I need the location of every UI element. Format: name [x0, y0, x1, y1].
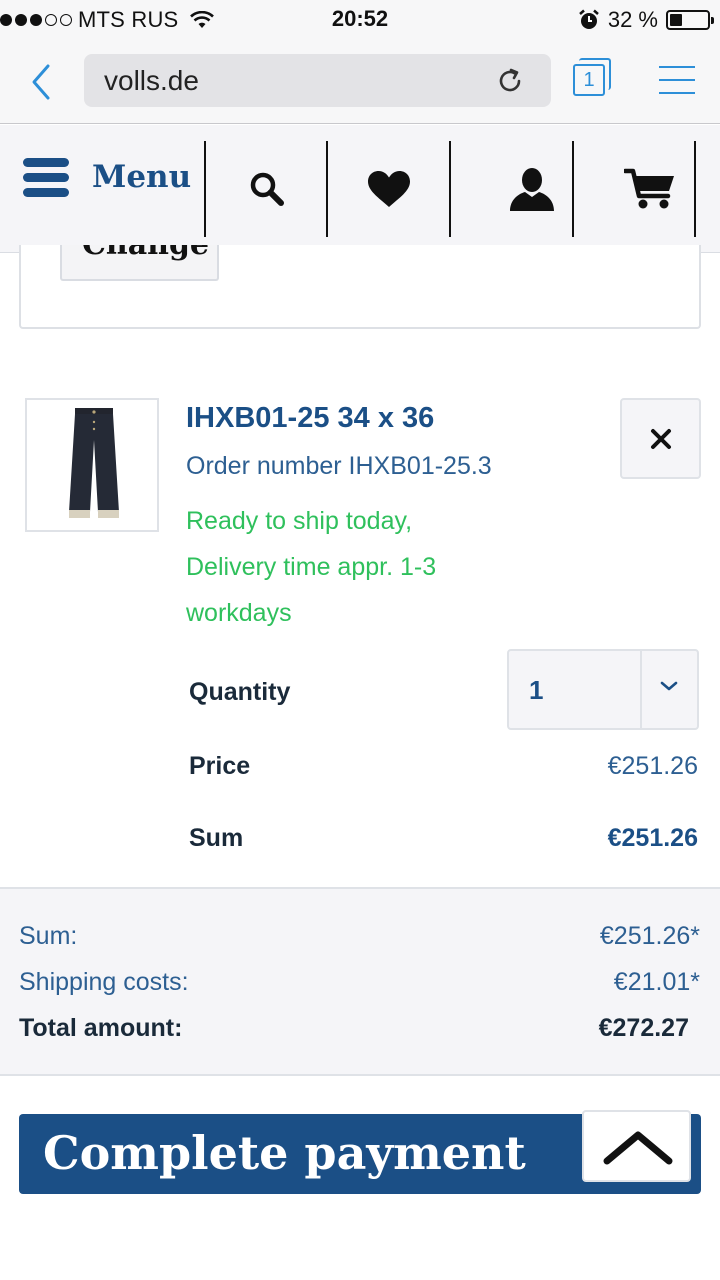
chevron-down-icon	[660, 681, 678, 691]
order-totals: Sum: €251.26* Shipping costs: €21.01* To…	[0, 887, 720, 1076]
close-icon	[651, 429, 671, 449]
product-image[interactable]	[25, 398, 159, 532]
delivery-line: Ready to ship today,	[186, 507, 413, 535]
delivery-line: Delivery time appr. 1-3	[186, 553, 437, 581]
wifi-icon	[190, 11, 215, 28]
select-divider	[640, 651, 642, 728]
status-left: MTS RUS	[0, 6, 215, 34]
battery-icon	[666, 10, 714, 30]
browser-menu-button[interactable]	[659, 66, 695, 94]
price-label: Price	[189, 752, 251, 780]
status-bar: MTS RUS 20:52 32 %	[0, 0, 720, 40]
quantity-select[interactable]: 1	[507, 649, 699, 730]
cart-icon	[623, 168, 674, 209]
battery-level	[670, 14, 682, 26]
product-name[interactable]: IHXB01-25 34 x 36	[186, 402, 434, 435]
price-value: €251.26	[607, 752, 698, 780]
complete-payment-label: Complete payment	[43, 1126, 526, 1180]
totals-sum-label: Sum:	[19, 922, 78, 950]
menu-label: Menu	[92, 159, 192, 195]
site-menu-button[interactable]: Menu	[0, 125, 205, 237]
cart-button[interactable]	[574, 139, 695, 239]
signal-strength-icon	[0, 14, 72, 26]
jeans-image	[69, 408, 119, 518]
back-icon	[32, 64, 50, 100]
scroll-to-top-button[interactable]	[582, 1110, 691, 1182]
total-amount-value: €272.27	[598, 1014, 689, 1042]
shipping-value: €21.01*	[613, 968, 700, 996]
site-header: Menu	[0, 125, 720, 253]
change-label: Change	[82, 245, 209, 262]
user-icon	[509, 168, 554, 211]
remove-item-button[interactable]	[620, 398, 701, 479]
delivery-status: Ready to ship today, Delivery time appr.…	[186, 498, 516, 636]
search-icon	[250, 172, 284, 206]
tabs-button[interactable]: 1	[573, 58, 613, 101]
search-button[interactable]	[206, 139, 327, 239]
battery-percent: 32 %	[607, 7, 658, 32]
quantity-label: Quantity	[189, 678, 291, 706]
alarm-icon	[579, 9, 599, 29]
heart-icon	[367, 171, 410, 207]
address-bar[interactable]: volls.de	[84, 54, 551, 107]
browser-toolbar: volls.de 1	[0, 40, 720, 124]
order-number: Order number IHXB01-25.3	[186, 452, 492, 480]
totals-sum-value: €251.26*	[599, 922, 700, 950]
nav-divider	[694, 141, 696, 237]
shipping-label: Shipping costs:	[19, 968, 189, 996]
item-sum-value: €251.26	[607, 824, 698, 852]
menu-icon	[23, 158, 69, 198]
wishlist-button[interactable]	[328, 139, 449, 239]
carrier-name: MTS RUS	[78, 7, 179, 32]
chevron-up-icon	[603, 1131, 673, 1165]
item-sum-label: Sum	[189, 824, 244, 852]
url-text: volls.de	[104, 65, 199, 96]
account-button[interactable]	[451, 139, 572, 239]
tab-count: 1	[573, 64, 605, 96]
status-right: 32 %	[578, 6, 714, 34]
change-address-button[interactable]: Change	[60, 245, 219, 281]
total-amount-label: Total amount:	[19, 1014, 183, 1042]
delivery-line: workdays	[186, 599, 292, 627]
back-button[interactable]	[26, 62, 60, 102]
quantity-value: 1	[529, 675, 544, 705]
reload-icon	[499, 68, 521, 92]
reload-button[interactable]	[495, 66, 525, 96]
